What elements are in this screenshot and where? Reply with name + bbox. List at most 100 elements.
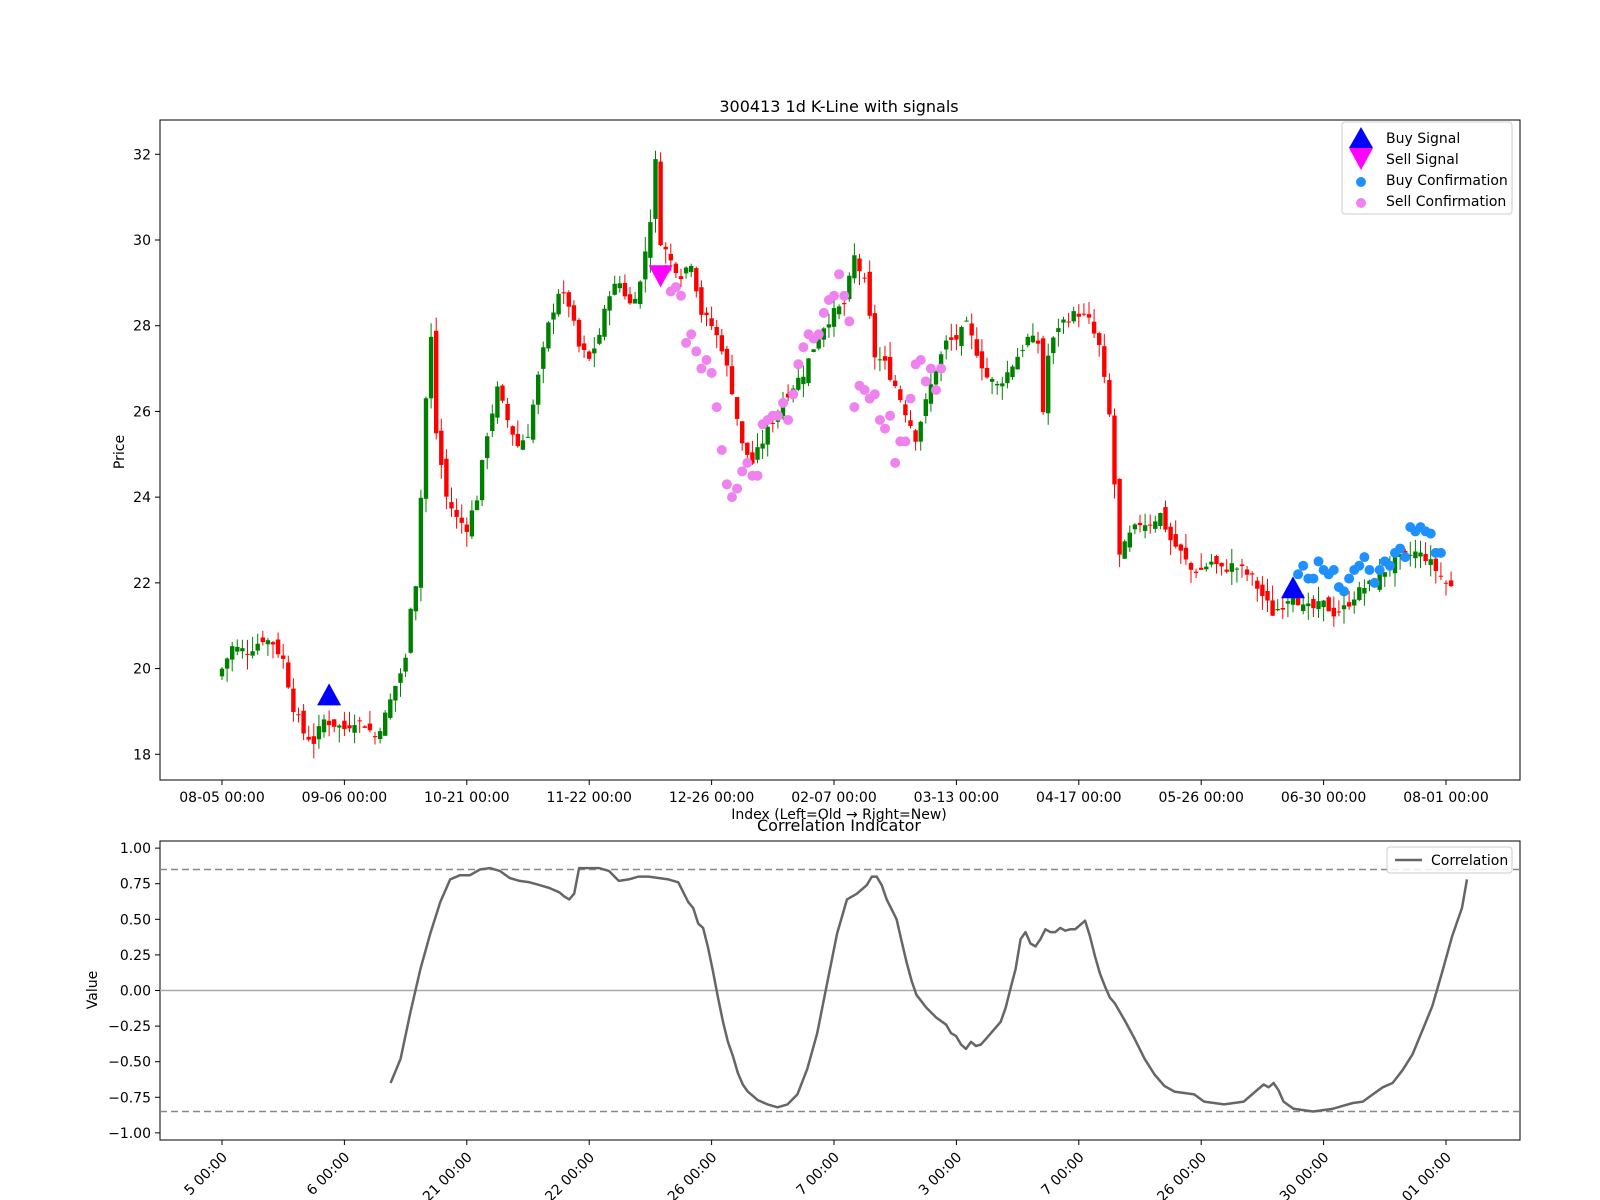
candle-body [1285, 601, 1291, 604]
candle-body [449, 502, 454, 509]
candle-body [1250, 573, 1255, 575]
legend-buy-confirmation-marker [1356, 177, 1366, 187]
candle-body [1122, 541, 1127, 559]
candle-body [1005, 372, 1010, 384]
candle-body [1295, 598, 1301, 606]
correlation-y-tick-label: −0.75 [108, 1090, 151, 1106]
candle-body [556, 293, 561, 315]
candle-body [862, 277, 867, 279]
correlation-chart-title: Correlation Indicator [757, 816, 921, 835]
price-x-tick-label: 11-22 00:00 [546, 790, 631, 806]
candle-body [408, 608, 413, 653]
candle-body [1148, 524, 1153, 526]
buy-confirmation-point [1384, 560, 1395, 571]
buy-confirmation-point [1369, 577, 1380, 588]
price-chart-title: 300413 1d K-Line with signals [719, 97, 958, 116]
candle-body [989, 378, 995, 382]
candle-body [607, 296, 612, 311]
sell-confirmation-point [721, 479, 732, 490]
legend-sell-confirmation-label: Sell Confirmation [1386, 194, 1506, 210]
candle-body [1418, 552, 1423, 557]
buy-confirmation-point [1435, 547, 1446, 558]
sell-confirmation-point [936, 363, 947, 374]
price-y-tick-label: 20 [133, 662, 151, 678]
candle-body [617, 283, 622, 289]
candle-body [1413, 551, 1418, 559]
candle-body [1086, 314, 1092, 318]
candle-body [1076, 313, 1081, 317]
sell-confirmation-point [874, 415, 885, 425]
candle-body [275, 639, 281, 655]
price-y-tick-label: 22 [133, 576, 151, 592]
candle-body [694, 268, 699, 292]
candle-body [1163, 507, 1168, 530]
candle-body [658, 161, 663, 246]
sell-confirmation-point [905, 393, 916, 404]
candle-body [505, 403, 510, 421]
candle-body [632, 298, 638, 304]
correlation-legend: Correlation [1386, 846, 1513, 874]
candle-body [903, 404, 908, 416]
candle-body [235, 646, 240, 652]
candle-body [1158, 513, 1163, 527]
candle-body [1352, 599, 1357, 606]
candle-body [372, 736, 378, 738]
candle-body [525, 436, 531, 438]
sell-confirmation-point [885, 410, 896, 421]
price-y-tick-label: 18 [133, 747, 151, 763]
candle-body [801, 376, 806, 385]
candle-body [485, 436, 490, 459]
price-y-tick-label: 28 [133, 319, 151, 335]
candle-body [1030, 335, 1036, 343]
candle-body [974, 339, 979, 356]
correlation-y-tick-label: 1.00 [120, 841, 151, 857]
candle-body [326, 720, 332, 726]
candle-body [1010, 366, 1015, 378]
sell-confirmation-point [829, 290, 839, 301]
candle-body [255, 643, 260, 651]
candle-body [245, 653, 250, 655]
candle-body [342, 720, 347, 730]
candle-body [1346, 602, 1352, 607]
candle-body [1071, 311, 1076, 322]
candle-body [852, 255, 857, 279]
candle-body [1423, 554, 1428, 562]
candle-body [734, 397, 740, 419]
candle-body [877, 359, 883, 361]
price-x-tick-label: 08-05 00:00 [179, 790, 264, 806]
candle-body [908, 420, 913, 427]
candle-body [1428, 559, 1433, 565]
candle-body [984, 367, 990, 378]
price-x-tick-label: 09-06 00:00 [302, 790, 387, 806]
candle-body [740, 421, 745, 444]
candle-body [1255, 580, 1260, 589]
sell-confirmation-point [900, 436, 911, 447]
candle-body [1229, 563, 1234, 572]
correlation-y-tick-label: −0.50 [108, 1055, 151, 1071]
candle-body [444, 458, 449, 497]
candle-body [1209, 561, 1214, 565]
candle-body [872, 313, 877, 358]
candle-body [597, 334, 602, 344]
candle-body [321, 719, 327, 733]
legend-buy-confirmation-label: Buy Confirmation [1386, 173, 1508, 189]
candle-body [1311, 599, 1316, 609]
sell-confirmation-point [783, 415, 794, 425]
correlation-y-tick-label: 0.75 [120, 877, 151, 893]
candle-body [587, 351, 592, 359]
candle-body [1301, 604, 1306, 612]
candle-body [1097, 333, 1102, 345]
candle-body [428, 336, 434, 399]
candle-body [1178, 544, 1183, 551]
candle-body [1035, 340, 1041, 344]
sell-confirmation-point [813, 329, 824, 340]
candle-body [1199, 567, 1204, 570]
candle-body [1331, 607, 1336, 617]
candle-body [377, 731, 383, 740]
candle-body [969, 323, 974, 336]
price-y-tick-label: 26 [133, 404, 151, 420]
candle-body [479, 460, 485, 501]
candle-body [729, 366, 735, 395]
candle-body [1244, 569, 1250, 575]
buy-confirmation-point [1354, 560, 1365, 571]
